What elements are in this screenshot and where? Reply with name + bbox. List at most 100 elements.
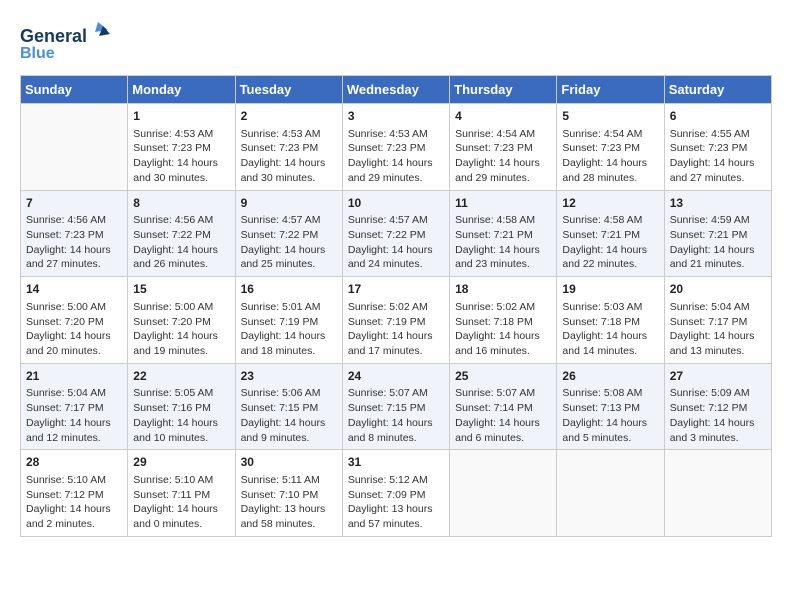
- day-info-line: Daylight: 14 hours: [241, 243, 337, 258]
- calendar-day-cell: 9Sunrise: 4:57 AMSunset: 7:22 PMDaylight…: [235, 190, 342, 277]
- day-info-line: Sunrise: 5:08 AM: [562, 386, 658, 401]
- day-info-line: Daylight: 14 hours: [348, 243, 444, 258]
- calendar-week-row: 21Sunrise: 5:04 AMSunset: 7:17 PMDayligh…: [21, 363, 772, 450]
- day-info-line: Sunset: 7:13 PM: [562, 401, 658, 416]
- day-info-line: Daylight: 13 hours: [348, 502, 444, 517]
- day-info-line: and 14 minutes.: [562, 344, 658, 359]
- day-info-line: and 3 minutes.: [670, 431, 766, 446]
- day-info-line: Daylight: 14 hours: [455, 416, 551, 431]
- calendar-day-cell: 11Sunrise: 4:58 AMSunset: 7:21 PMDayligh…: [450, 190, 557, 277]
- day-info-line: Sunrise: 5:07 AM: [348, 386, 444, 401]
- header-friday: Friday: [557, 76, 664, 104]
- calendar-week-row: 1Sunrise: 4:53 AMSunset: 7:23 PMDaylight…: [21, 104, 772, 191]
- calendar-day-cell: 14Sunrise: 5:00 AMSunset: 7:20 PMDayligh…: [21, 277, 128, 364]
- day-info-line: Sunrise: 4:57 AM: [241, 213, 337, 228]
- day-info-line: Sunset: 7:21 PM: [562, 228, 658, 243]
- calendar-empty-cell: [21, 104, 128, 191]
- header-monday: Monday: [128, 76, 235, 104]
- calendar-day-cell: 23Sunrise: 5:06 AMSunset: 7:15 PMDayligh…: [235, 363, 342, 450]
- day-number: 9: [241, 195, 337, 212]
- day-info-line: Daylight: 14 hours: [562, 243, 658, 258]
- calendar-week-row: 28Sunrise: 5:10 AMSunset: 7:12 PMDayligh…: [21, 450, 772, 537]
- day-info-line: and 20 minutes.: [26, 344, 122, 359]
- day-info-line: Sunrise: 4:53 AM: [133, 127, 229, 142]
- day-info-line: Sunrise: 4:54 AM: [562, 127, 658, 142]
- day-info-line: Sunrise: 5:09 AM: [670, 386, 766, 401]
- day-info-line: Sunrise: 5:05 AM: [133, 386, 229, 401]
- calendar-day-cell: 27Sunrise: 5:09 AMSunset: 7:12 PMDayligh…: [664, 363, 771, 450]
- day-info-line: Daylight: 14 hours: [455, 156, 551, 171]
- day-number: 19: [562, 281, 658, 298]
- day-number: 7: [26, 195, 122, 212]
- day-info-line: Daylight: 13 hours: [241, 502, 337, 517]
- day-info-line: Sunrise: 5:01 AM: [241, 300, 337, 315]
- day-info-line: Sunrise: 4:56 AM: [133, 213, 229, 228]
- calendar-empty-cell: [557, 450, 664, 537]
- day-info-line: Sunrise: 5:11 AM: [241, 473, 337, 488]
- calendar-day-cell: 22Sunrise: 5:05 AMSunset: 7:16 PMDayligh…: [128, 363, 235, 450]
- day-info-line: Daylight: 14 hours: [348, 329, 444, 344]
- day-number: 26: [562, 368, 658, 385]
- day-info-line: and 8 minutes.: [348, 431, 444, 446]
- day-info-line: and 24 minutes.: [348, 257, 444, 272]
- day-info-line: and 30 minutes.: [133, 171, 229, 186]
- day-info-line: Sunrise: 4:54 AM: [455, 127, 551, 142]
- day-info-line: Daylight: 14 hours: [455, 329, 551, 344]
- calendar-day-cell: 19Sunrise: 5:03 AMSunset: 7:18 PMDayligh…: [557, 277, 664, 364]
- day-info-line: Daylight: 14 hours: [241, 329, 337, 344]
- day-number: 22: [133, 368, 229, 385]
- day-info-line: Sunset: 7:12 PM: [670, 401, 766, 416]
- calendar-day-cell: 1Sunrise: 4:53 AMSunset: 7:23 PMDaylight…: [128, 104, 235, 191]
- day-number: 23: [241, 368, 337, 385]
- calendar-day-cell: 5Sunrise: 4:54 AMSunset: 7:23 PMDaylight…: [557, 104, 664, 191]
- logo-svg: General Blue: [20, 20, 110, 65]
- day-info-line: Sunrise: 4:58 AM: [455, 213, 551, 228]
- day-number: 4: [455, 108, 551, 125]
- calendar-day-cell: 2Sunrise: 4:53 AMSunset: 7:23 PMDaylight…: [235, 104, 342, 191]
- day-info-line: Sunrise: 4:58 AM: [562, 213, 658, 228]
- day-info-line: Sunset: 7:20 PM: [133, 315, 229, 330]
- day-number: 10: [348, 195, 444, 212]
- calendar-day-cell: 15Sunrise: 5:00 AMSunset: 7:20 PMDayligh…: [128, 277, 235, 364]
- day-number: 25: [455, 368, 551, 385]
- day-info-line: Sunset: 7:16 PM: [133, 401, 229, 416]
- day-info-line: Sunset: 7:23 PM: [455, 141, 551, 156]
- calendar-empty-cell: [664, 450, 771, 537]
- day-number: 6: [670, 108, 766, 125]
- day-info-line: Sunset: 7:23 PM: [26, 228, 122, 243]
- svg-text:General: General: [20, 26, 87, 46]
- day-info-line: Daylight: 14 hours: [455, 243, 551, 258]
- calendar-day-cell: 25Sunrise: 5:07 AMSunset: 7:14 PMDayligh…: [450, 363, 557, 450]
- day-info-line: Sunrise: 5:10 AM: [133, 473, 229, 488]
- day-info-line: Sunset: 7:23 PM: [562, 141, 658, 156]
- day-info-line: and 18 minutes.: [241, 344, 337, 359]
- day-info-line: Sunset: 7:23 PM: [133, 141, 229, 156]
- day-info-line: Daylight: 14 hours: [26, 243, 122, 258]
- day-number: 17: [348, 281, 444, 298]
- day-info-line: and 10 minutes.: [133, 431, 229, 446]
- day-number: 28: [26, 454, 122, 471]
- day-info-line: Sunset: 7:19 PM: [348, 315, 444, 330]
- day-info-line: Sunset: 7:11 PM: [133, 488, 229, 503]
- day-info-line: Daylight: 14 hours: [670, 416, 766, 431]
- day-info-line: and 16 minutes.: [455, 344, 551, 359]
- day-info-line: and 9 minutes.: [241, 431, 337, 446]
- calendar-day-cell: 28Sunrise: 5:10 AMSunset: 7:12 PMDayligh…: [21, 450, 128, 537]
- day-info-line: and 29 minutes.: [455, 171, 551, 186]
- header-tuesday: Tuesday: [235, 76, 342, 104]
- day-number: 21: [26, 368, 122, 385]
- calendar-day-cell: 10Sunrise: 4:57 AMSunset: 7:22 PMDayligh…: [342, 190, 449, 277]
- day-info-line: and 21 minutes.: [670, 257, 766, 272]
- day-info-line: Sunrise: 5:07 AM: [455, 386, 551, 401]
- calendar-day-cell: 12Sunrise: 4:58 AMSunset: 7:21 PMDayligh…: [557, 190, 664, 277]
- day-number: 1: [133, 108, 229, 125]
- day-info-line: Sunset: 7:15 PM: [241, 401, 337, 416]
- day-info-line: Sunset: 7:23 PM: [348, 141, 444, 156]
- day-info-line: and 58 minutes.: [241, 517, 337, 532]
- day-info-line: and 6 minutes.: [455, 431, 551, 446]
- day-info-line: Sunrise: 4:59 AM: [670, 213, 766, 228]
- day-info-line: Sunrise: 4:56 AM: [26, 213, 122, 228]
- calendar-day-cell: 16Sunrise: 5:01 AMSunset: 7:19 PMDayligh…: [235, 277, 342, 364]
- page-header: General Blue: [20, 20, 772, 65]
- day-info-line: Sunrise: 5:04 AM: [670, 300, 766, 315]
